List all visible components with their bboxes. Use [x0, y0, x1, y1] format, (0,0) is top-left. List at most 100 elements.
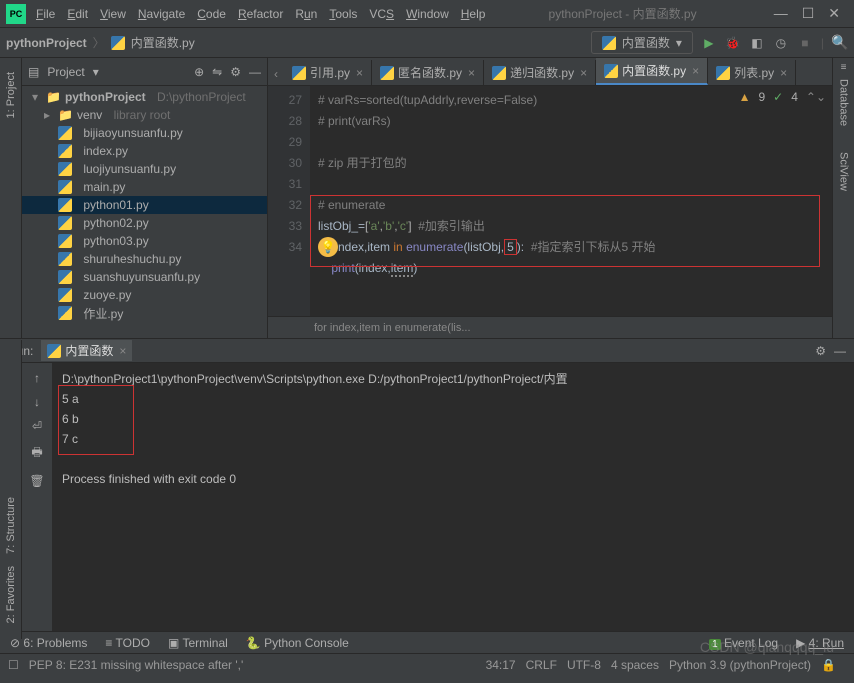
python-file-icon — [602, 36, 616, 50]
chevron-down-icon: ▾ — [676, 36, 682, 50]
tree-file[interactable]: shuruheshuchu.py — [22, 250, 267, 268]
inspections-widget[interactable]: ▲9 ✓4 ⌃⌄ — [739, 90, 826, 104]
menu-run[interactable]: Run — [295, 7, 317, 21]
editor-breadcrumb[interactable]: for index,item in enumerate(lis... — [268, 316, 832, 338]
menu-file[interactable]: File — [36, 7, 55, 21]
status-encoding[interactable]: UTF-8 — [567, 658, 601, 672]
editor-tab[interactable]: 引用.py× — [284, 60, 372, 85]
tab-python-console[interactable]: 🐍 Python Console — [246, 636, 349, 650]
run-config-label: 内置函数 — [622, 34, 670, 51]
breadcrumb-file[interactable]: 内置函数.py — [131, 34, 195, 51]
watermark: CSDN @qianqqqq_lu — [700, 639, 834, 655]
trash-icon[interactable]: 🗑 — [29, 474, 44, 488]
search-everywhere-icon[interactable]: 🔍 — [832, 35, 848, 51]
menu-vcs[interactable]: VCS — [369, 7, 394, 21]
tree-file[interactable]: main.py — [22, 178, 267, 196]
intention-bulb-icon[interactable]: 💡 — [318, 237, 338, 257]
warning-icon: ▲ — [739, 90, 751, 104]
window-title: pythonProject - 内置函数.py — [485, 5, 759, 22]
print-icon[interactable]: 🖶 — [31, 443, 42, 464]
console-line: 6 b — [62, 409, 844, 429]
status-interpreter[interactable]: Python 3.9 (pythonProject) — [669, 658, 811, 672]
stop-button[interactable]: ■ — [797, 35, 813, 51]
tab-todo[interactable]: ≡ TODO — [105, 636, 150, 650]
maximize-icon[interactable]: ☐ — [802, 5, 815, 22]
chevron-up-down-icon[interactable]: ⌃⌄ — [806, 90, 826, 104]
hide-icon[interactable]: — — [249, 65, 261, 79]
menu-view[interactable]: View — [100, 7, 126, 21]
left-bottom-tabs: 7: Structure 2: Favorites — [0, 340, 22, 639]
menu-help[interactable]: Help — [461, 7, 486, 21]
down-icon[interactable]: ↓ — [34, 395, 40, 409]
status-inspection[interactable]: PEP 8: E231 missing whitespace after ',' — [29, 658, 243, 672]
close-tab-icon[interactable]: × — [692, 64, 699, 78]
tree-file[interactable]: 作业.py — [22, 304, 267, 322]
tab-database[interactable]: Database — [838, 79, 850, 126]
close-icon[interactable]: ✕ — [828, 5, 840, 22]
tab-terminal[interactable]: ▣ Terminal — [168, 636, 228, 650]
status-icon[interactable]: ☐ — [8, 658, 19, 672]
run-tab[interactable]: 内置函数× — [41, 340, 132, 361]
project-tree: ▾📁pythonProject D:\pythonProject ▸📁venv … — [22, 86, 267, 338]
tree-venv[interactable]: ▸📁venv library root — [22, 106, 267, 124]
python-file-icon — [111, 36, 125, 50]
project-panel-icon: ▤ — [28, 65, 39, 79]
console-line: 7 c — [62, 429, 844, 449]
run-config-selector[interactable]: 内置函数 ▾ — [591, 31, 693, 54]
tree-venv-label: venv — [77, 108, 102, 122]
tab-scroll-left[interactable]: ‹ — [268, 63, 284, 85]
target-icon[interactable]: ⊕ — [194, 65, 204, 79]
tab-project[interactable]: 1: Project — [5, 72, 17, 118]
tree-file[interactable]: index.py — [22, 142, 267, 160]
minimize-icon[interactable]: — — [774, 5, 788, 22]
profile-button[interactable]: ◷ — [773, 35, 789, 51]
tree-file[interactable]: luojiyunsuanfu.py — [22, 160, 267, 178]
tab-structure[interactable]: 7: Structure — [5, 497, 17, 554]
close-tab-icon[interactable]: × — [780, 66, 787, 80]
tree-file[interactable]: suanshuyunsuanfu.py — [22, 268, 267, 286]
settings-icon[interactable]: ⚙ — [230, 65, 241, 79]
menu-window[interactable]: Window — [406, 7, 449, 21]
project-sidebar: ▤ Project ▾ ⊕ ⇋ ⚙ — ▾📁pythonProject D:\p… — [22, 58, 268, 338]
debug-button[interactable]: 🐞 — [725, 35, 741, 51]
status-caret-pos[interactable]: 34:17 — [486, 658, 516, 672]
breadcrumb-root[interactable]: pythonProject — [6, 36, 87, 50]
menu-edit[interactable]: Edit — [67, 7, 88, 21]
hide-icon[interactable]: — — [834, 344, 846, 358]
tree-file[interactable]: zuoye.py — [22, 286, 267, 304]
navbar: pythonProject 〉 内置函数.py 内置函数 ▾ ▶ 🐞 ◧ ◷ ■… — [0, 28, 854, 58]
menu-refactor[interactable]: Refactor — [238, 7, 283, 21]
coverage-button[interactable]: ◧ — [749, 35, 765, 51]
tree-file-selected[interactable]: python01.py — [22, 196, 267, 214]
console-output[interactable]: D:\pythonProject1\pythonProject\venv\Scr… — [52, 363, 854, 631]
lock-icon[interactable]: 🔒 — [821, 658, 836, 672]
status-line-sep[interactable]: CRLF — [526, 658, 557, 672]
wrap-icon[interactable]: ⏎ — [32, 419, 42, 433]
chevron-down-icon[interactable]: ▾ — [93, 65, 99, 79]
editor-tab-active[interactable]: 内置函数.py× — [596, 58, 708, 85]
menu-navigate[interactable]: Navigate — [138, 7, 185, 21]
status-indent[interactable]: 4 spaces — [611, 658, 659, 672]
close-tab-icon[interactable]: × — [580, 66, 587, 80]
tab-favorites[interactable]: 2: Favorites — [5, 566, 17, 623]
close-tab-icon[interactable]: × — [356, 66, 363, 80]
tree-file[interactable]: python03.py — [22, 232, 267, 250]
editor-tab[interactable]: 匿名函数.py× — [372, 60, 484, 85]
tree-file[interactable]: bijiaoyunsuanfu.py — [22, 124, 267, 142]
editor-tab[interactable]: 递归函数.py× — [484, 60, 596, 85]
menu-code[interactable]: Code — [197, 7, 226, 21]
tree-root[interactable]: ▾📁pythonProject D:\pythonProject — [22, 88, 267, 106]
breadcrumb[interactable]: pythonProject 〉 内置函数.py — [6, 34, 195, 51]
collapse-icon[interactable]: ⇋ — [212, 65, 222, 79]
close-tab-icon[interactable]: × — [468, 66, 475, 80]
close-tab-icon[interactable]: × — [119, 344, 126, 358]
code-editor[interactable]: 2728293031323334 # varRs=sorted(tupAddrl… — [268, 86, 832, 316]
run-button[interactable]: ▶ — [701, 35, 717, 51]
editor-tab[interactable]: 列表.py× — [708, 60, 796, 85]
code-content[interactable]: # varRs=sorted(tupAddrly,reverse=False) … — [310, 86, 832, 316]
tab-sciview[interactable]: SciView — [838, 152, 850, 191]
up-icon[interactable]: ↑ — [34, 371, 40, 385]
menu-tools[interactable]: Tools — [329, 7, 357, 21]
settings-icon[interactable]: ⚙ — [815, 344, 826, 358]
tree-file[interactable]: python02.py — [22, 214, 267, 232]
